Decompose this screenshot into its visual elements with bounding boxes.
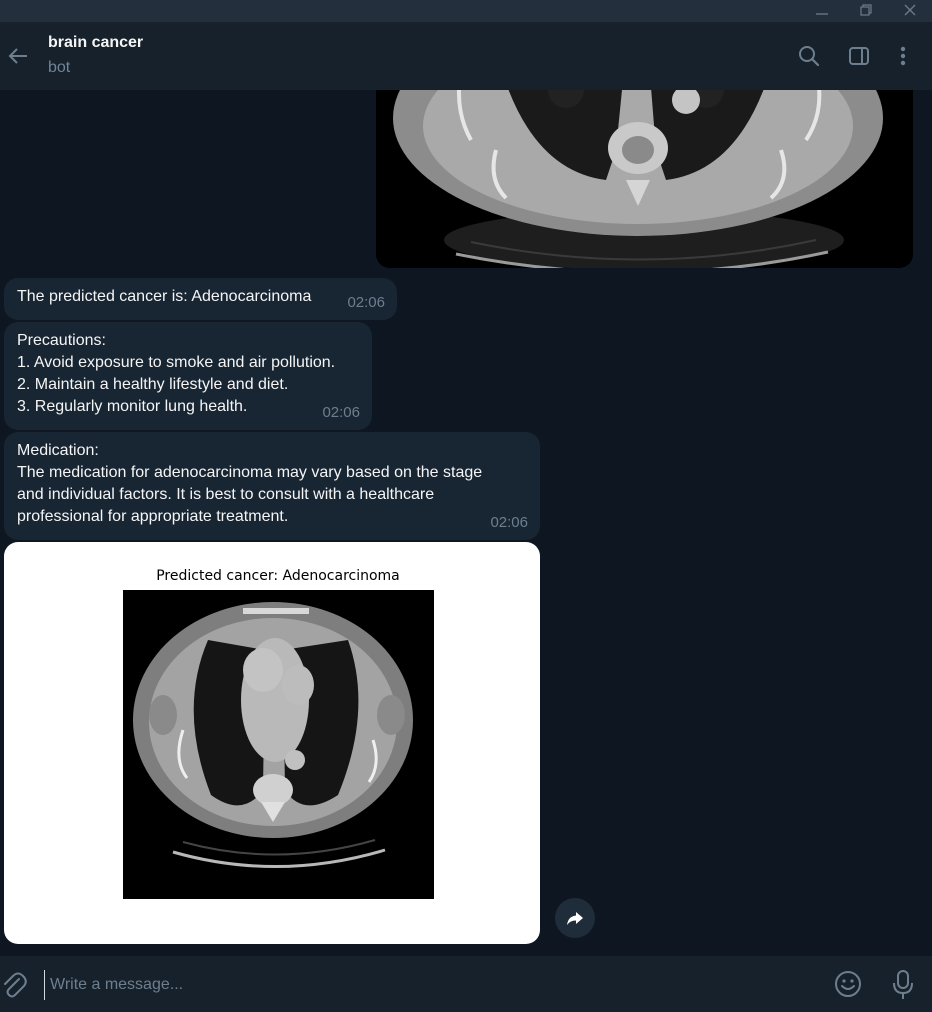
message-input[interactable] xyxy=(44,970,804,1000)
message-composer xyxy=(0,956,932,1012)
close-icon[interactable] xyxy=(896,0,924,20)
chat-header: brain cancer bot xyxy=(0,22,932,90)
more-vertical-icon[interactable] xyxy=(889,42,917,70)
message-list[interactable]: The predicted cancer is: Adenocarcinoma … xyxy=(0,90,932,956)
minimize-icon[interactable] xyxy=(808,0,836,20)
message-text: and individual factors. It is best to co… xyxy=(17,486,435,503)
message-text: The medication for adenocarcinoma may va… xyxy=(17,464,483,481)
result-caption: Predicted cancer: Adenocarcinoma xyxy=(156,568,400,584)
message-time: 02:06 xyxy=(322,404,360,421)
message-text: 2. Maintain a healthy lifestyle and diet… xyxy=(17,376,289,393)
message-text: 1. Avoid exposure to smoke and air pollu… xyxy=(17,354,336,371)
sidebar-toggle-icon[interactable] xyxy=(845,42,873,70)
message-text: Medication: xyxy=(17,442,99,459)
ct-scan-photo[interactable] xyxy=(376,90,913,268)
message-text: The predicted cancer is: Adenocarcinoma xyxy=(17,288,312,305)
message-text: 3. Regularly monitor lung health. xyxy=(17,398,248,415)
forward-arrow-icon xyxy=(567,912,583,925)
chat-title[interactable]: brain cancer xyxy=(48,34,143,52)
message-bubble[interactable]: Precautions: 1. Avoid exposure to smoke … xyxy=(4,322,372,430)
forward-button[interactable] xyxy=(555,898,595,938)
message-time: 02:06 xyxy=(347,294,385,311)
search-icon[interactable] xyxy=(795,42,823,70)
message-time: 02:06 xyxy=(490,514,528,531)
ct-scan-image xyxy=(123,590,434,899)
window-titlebar xyxy=(0,0,932,22)
message-bubble[interactable]: Medication: The medication for adenocarc… xyxy=(4,432,540,540)
emoji-icon[interactable] xyxy=(832,968,864,1000)
message-bubble[interactable]: The predicted cancer is: Adenocarcinoma … xyxy=(4,278,397,320)
message-text: professional for appropriate treatment. xyxy=(17,508,289,525)
restore-icon[interactable] xyxy=(852,0,880,20)
back-arrow-icon[interactable] xyxy=(4,40,32,72)
message-text: Precautions: xyxy=(17,332,106,349)
result-image-message[interactable]: Predicted cancer: Adenocarcinoma xyxy=(4,542,540,944)
chat-status: bot xyxy=(48,59,71,76)
paperclip-icon[interactable] xyxy=(0,968,28,1002)
microphone-icon[interactable] xyxy=(888,968,918,1002)
